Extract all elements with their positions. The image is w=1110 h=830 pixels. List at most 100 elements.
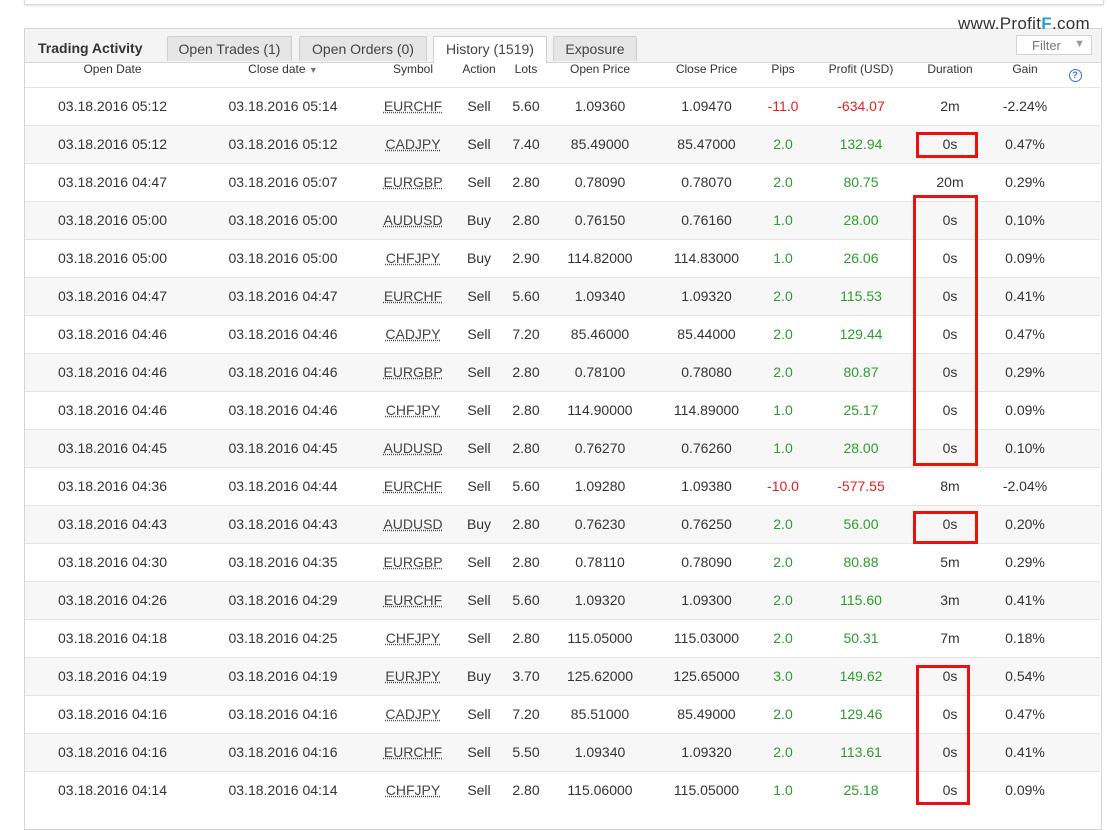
question-circle-icon[interactable]: ? bbox=[1068, 67, 1082, 82]
cell-open-price: 1.09360 bbox=[574, 98, 626, 114]
cell-profit: 129.46 bbox=[839, 706, 883, 722]
col-duration[interactable]: Duration bbox=[915, 62, 985, 76]
cell-profit: 149.62 bbox=[839, 668, 883, 684]
col-action[interactable]: Action bbox=[454, 62, 504, 76]
cell-symbol[interactable]: EURCHF bbox=[383, 468, 443, 504]
cell-close-price: 0.78090 bbox=[681, 554, 732, 570]
col-open-price[interactable]: Open Price bbox=[560, 62, 640, 76]
cell-profit: 25.17 bbox=[843, 402, 879, 418]
col-gain[interactable]: Gain bbox=[995, 62, 1055, 76]
cell-close-date: 03.18.2016 04:35 bbox=[228, 554, 338, 570]
cell-gain: 0.10% bbox=[1005, 212, 1045, 228]
filter-dropdown[interactable]: Filter ▼ bbox=[1016, 35, 1092, 55]
cell-profit: 50.31 bbox=[843, 630, 879, 646]
cell-lots: 2.80 bbox=[512, 364, 540, 380]
cell-lots: 2.90 bbox=[512, 250, 540, 266]
cell-action: Sell bbox=[467, 592, 491, 608]
cell-close-date: 03.18.2016 04:29 bbox=[228, 592, 338, 608]
brand-prefix: www.Profit bbox=[957, 14, 1042, 33]
table-row: 03.18.2016 04:30 03.18.2016 04:35 EURGBP Se… bbox=[25, 543, 1100, 581]
highlight-box bbox=[916, 665, 970, 805]
cell-open-date: 03.18.2016 04:46 bbox=[58, 364, 167, 380]
cell-action: Sell bbox=[467, 136, 491, 152]
cell-open-price: 85.46000 bbox=[570, 326, 630, 342]
col-close-date[interactable]: Close date ▼ bbox=[223, 62, 343, 76]
cell-lots: 2.80 bbox=[512, 782, 540, 798]
cell-gain: 0.09% bbox=[1005, 402, 1045, 418]
cell-close-price: 125.65000 bbox=[673, 668, 740, 684]
cell-open-price: 0.76270 bbox=[574, 440, 626, 456]
cell-symbol[interactable]: AUDUSD bbox=[383, 430, 443, 466]
cell-pips: 2.0 bbox=[773, 744, 793, 760]
cell-duration: 5m bbox=[940, 554, 960, 570]
cell-open-date: 03.18.2016 04:46 bbox=[58, 402, 167, 418]
col-close-price[interactable]: Close Price bbox=[664, 62, 749, 76]
cell-symbol[interactable]: EURGBP bbox=[383, 544, 443, 580]
cell-pips: 2.0 bbox=[773, 630, 793, 646]
cell-lots: 7.20 bbox=[512, 706, 540, 722]
col-profit[interactable]: Profit (USD) bbox=[816, 62, 906, 76]
tab-open-trades[interactable]: Open Trades (1) bbox=[167, 36, 292, 61]
cell-pips: 2.0 bbox=[773, 364, 793, 380]
cell-gain: 0.20% bbox=[1005, 516, 1045, 532]
cell-open-price: 1.09320 bbox=[574, 592, 626, 608]
cell-pips: 2.0 bbox=[773, 326, 793, 342]
cell-open-price: 114.90000 bbox=[567, 402, 633, 418]
col-open-date[interactable]: Open Date bbox=[55, 62, 170, 76]
cell-symbol[interactable]: CHFJPY bbox=[383, 620, 443, 656]
cell-pips: 1.0 bbox=[773, 402, 793, 418]
cell-profit: 132.94 bbox=[839, 136, 883, 152]
col-lots[interactable]: Lots bbox=[506, 62, 546, 76]
tab-open-orders[interactable]: Open Orders (0) bbox=[299, 36, 427, 61]
cell-gain: 0.41% bbox=[1005, 592, 1045, 608]
cell-symbol[interactable]: EURGBP bbox=[383, 354, 443, 390]
cell-pips: 3.0 bbox=[773, 668, 793, 684]
cell-profit: 80.75 bbox=[843, 174, 879, 190]
cell-symbol[interactable]: EURCHF bbox=[383, 734, 443, 770]
cell-open-price: 115.06000 bbox=[567, 782, 633, 798]
cell-lots: 5.60 bbox=[512, 592, 540, 608]
cell-symbol[interactable]: EURGBP bbox=[383, 164, 443, 200]
cell-symbol[interactable]: EURCHF bbox=[383, 88, 443, 124]
cell-duration: 7m bbox=[940, 630, 960, 646]
cell-symbol[interactable]: EURCHF bbox=[383, 582, 443, 618]
cell-open-price: 0.78090 bbox=[574, 174, 626, 190]
cell-symbol[interactable]: EURJPY bbox=[383, 658, 443, 694]
cell-symbol[interactable]: EURCHF bbox=[383, 278, 443, 314]
cell-duration: 3m bbox=[940, 592, 960, 608]
cell-symbol[interactable]: CADJPY bbox=[383, 316, 443, 352]
cell-pips: 1.0 bbox=[773, 250, 793, 266]
cell-profit: 113.61 bbox=[840, 744, 882, 760]
tab-exposure[interactable]: Exposure bbox=[553, 36, 637, 61]
tab-history[interactable]: History (1519) bbox=[433, 36, 547, 63]
cell-open-price: 85.51000 bbox=[570, 706, 630, 722]
col-pips[interactable]: Pips bbox=[763, 62, 803, 76]
cell-action: Sell bbox=[467, 440, 491, 456]
cell-symbol[interactable]: CHFJPY bbox=[383, 772, 443, 808]
cell-symbol[interactable]: CADJPY bbox=[383, 126, 443, 162]
cell-open-date: 03.18.2016 04:43 bbox=[58, 516, 167, 532]
cell-profit: 129.44 bbox=[839, 326, 883, 342]
cell-open-price: 0.76230 bbox=[574, 516, 626, 532]
cell-symbol[interactable]: CADJPY bbox=[383, 696, 443, 732]
cell-symbol[interactable]: CHFJPY bbox=[383, 392, 443, 428]
cell-pips: 1.0 bbox=[773, 212, 793, 228]
cell-lots: 2.80 bbox=[512, 440, 540, 456]
cell-close-price: 0.76160 bbox=[681, 212, 732, 228]
highlight-box bbox=[913, 195, 978, 466]
cell-symbol[interactable]: CHFJPY bbox=[383, 240, 443, 276]
cell-lots: 2.80 bbox=[512, 402, 540, 418]
cell-open-date: 03.18.2016 04:30 bbox=[58, 554, 167, 570]
cell-open-date: 03.18.2016 05:12 bbox=[58, 98, 167, 114]
cell-lots: 3.70 bbox=[512, 668, 540, 684]
cell-symbol[interactable]: AUDUSD bbox=[383, 506, 443, 542]
cell-symbol[interactable]: AUDUSD bbox=[383, 202, 443, 238]
highlight-box bbox=[916, 132, 978, 158]
table-row: 03.18.2016 04:26 03.18.2016 04:29 EURCHF Se… bbox=[25, 581, 1100, 619]
cell-profit: -634.07 bbox=[837, 98, 885, 114]
cell-gain: 0.29% bbox=[1005, 174, 1045, 190]
col-symbol[interactable]: Symbol bbox=[383, 62, 443, 76]
cell-lots: 5.50 bbox=[512, 744, 540, 760]
cell-action: Sell bbox=[467, 326, 491, 342]
brand-mark: F bbox=[1041, 14, 1052, 33]
